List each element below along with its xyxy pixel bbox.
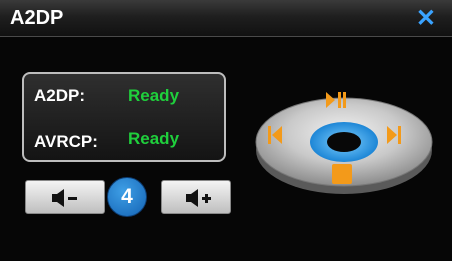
avrcp-label: AVRCP:: [34, 132, 98, 151]
stop-icon[interactable]: [332, 164, 352, 184]
title-bar: A2DP ✕: [0, 0, 452, 37]
connection-status-panel: A2DP: Ready AVRCP: Ready: [22, 72, 226, 162]
a2dp-status-value: Ready: [128, 86, 180, 105]
avrcp-status-value: Ready: [128, 129, 180, 148]
volume-down-button[interactable]: [25, 180, 105, 214]
volume-up-button[interactable]: [161, 180, 231, 214]
disc-hole: [327, 132, 361, 152]
volume-level-badge: 4: [107, 177, 147, 217]
a2dp-label: A2DP:: [34, 86, 86, 105]
volume-up-icon: [186, 189, 211, 207]
close-icon[interactable]: ✕: [416, 4, 436, 33]
window-title: A2DP: [10, 7, 64, 29]
volume-down-icon: [52, 189, 77, 207]
a2dp-window: A2DP ✕ A2DP: Ready AVRCP: Ready 4: [0, 0, 452, 261]
media-control-disc: [255, 92, 433, 194]
